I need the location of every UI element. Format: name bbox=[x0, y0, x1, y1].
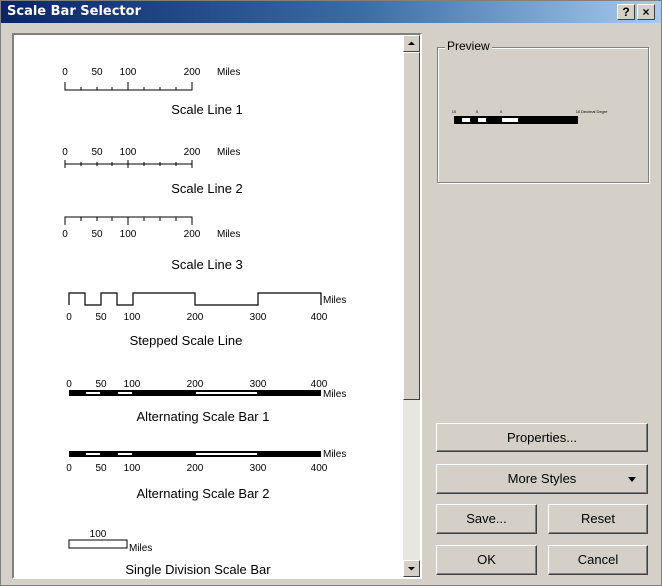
tick-label: 0 bbox=[66, 312, 72, 323]
bar-segment bbox=[118, 392, 132, 394]
cancel-label: Cancel bbox=[577, 552, 619, 567]
list-item-single-division-scale-bar[interactable]: 100 Miles Single Division Scale Bar bbox=[68, 529, 271, 577]
preview-tick-label: 10 bbox=[452, 109, 457, 114]
tick-label: 0 bbox=[62, 67, 68, 78]
preview-group: 10 5 0 10 Decimal Degre bbox=[437, 47, 649, 183]
units-label: Miles bbox=[323, 295, 346, 306]
style-name: Stepped Scale Line bbox=[130, 333, 243, 348]
tick-label: 200 bbox=[184, 147, 201, 158]
cancel-button[interactable]: Cancel bbox=[548, 545, 648, 575]
scroll-thumb[interactable] bbox=[403, 52, 420, 400]
tick-label: 200 bbox=[187, 312, 204, 323]
units-label: Miles bbox=[217, 229, 240, 240]
properties-button[interactable]: Properties... bbox=[436, 423, 648, 452]
scale-bar-graphic bbox=[69, 390, 321, 396]
tick-label: 50 bbox=[95, 379, 107, 390]
more-styles-button[interactable]: More Styles bbox=[436, 464, 648, 494]
reset-label: Reset bbox=[581, 511, 615, 526]
units-label: Miles bbox=[217, 67, 240, 78]
tick-label: 50 bbox=[91, 147, 103, 158]
preview-tick-label: 5 bbox=[476, 109, 479, 114]
tick-label: 50 bbox=[91, 229, 103, 240]
list-item-alternating-scale-bar-1[interactable]: 0 50 100 200 300 400 Miles Alternating S… bbox=[66, 379, 346, 424]
list-item-scale-line-3[interactable]: 0 50 100 200 Miles Scale Line 3 bbox=[62, 216, 243, 272]
help-button[interactable]: ? bbox=[617, 4, 635, 20]
tick-label: 300 bbox=[250, 379, 267, 390]
scale-bar-selector-dialog: Scale Bar Selector ? × 0 50 100 200 Mile… bbox=[0, 0, 662, 586]
scale-bar-style-list[interactable]: 0 50 100 200 Miles Scale Line 1 0 50 100… bbox=[12, 33, 422, 579]
tick-label: 100 bbox=[120, 67, 137, 78]
window-title: Scale Bar Selector bbox=[7, 4, 141, 19]
tick-label: 200 bbox=[184, 229, 201, 240]
tick-label: 100 bbox=[124, 463, 141, 474]
bar-segment bbox=[86, 453, 100, 455]
tick-label: 100 bbox=[124, 312, 141, 323]
units-label: Miles bbox=[217, 147, 240, 158]
tick-label: 50 bbox=[95, 463, 107, 474]
list-scrollbar[interactable] bbox=[403, 35, 420, 577]
tick-label: 100 bbox=[120, 229, 137, 240]
tick-label: 300 bbox=[250, 463, 267, 474]
units-label: Miles bbox=[323, 449, 346, 460]
tick-label: 0 bbox=[62, 229, 68, 240]
scale-bar-graphic bbox=[68, 539, 128, 549]
scale-line-graphic bbox=[64, 160, 193, 168]
tick-label: 0 bbox=[66, 463, 72, 474]
scale-line-graphic bbox=[64, 216, 193, 225]
bar-segment bbox=[118, 453, 132, 455]
bar-segment bbox=[196, 453, 257, 455]
save-button[interactable]: Save... bbox=[436, 504, 537, 534]
tick-label: 50 bbox=[95, 312, 107, 323]
preview-label: Preview bbox=[445, 39, 492, 53]
close-button[interactable]: × bbox=[637, 4, 655, 20]
style-list-canvas: 0 50 100 200 Miles Scale Line 1 0 50 100… bbox=[62, 67, 346, 577]
tick-label: 100 bbox=[90, 529, 107, 540]
reset-button[interactable]: Reset bbox=[548, 504, 648, 534]
list-item-scale-line-1[interactable]: 0 50 100 200 Miles Scale Line 1 bbox=[62, 67, 243, 117]
style-name: Alternating Scale Bar 2 bbox=[137, 486, 270, 501]
preview-scale-bar: 10 5 0 10 Decimal Degre bbox=[452, 109, 608, 124]
list-item-alternating-scale-bar-2[interactable]: Miles 0 50 100 200 300 400 Alternating S… bbox=[66, 449, 346, 501]
properties-label: Properties... bbox=[506, 430, 578, 445]
tick-label: 400 bbox=[311, 463, 328, 474]
tick-label: 100 bbox=[124, 379, 141, 390]
more-styles-label: More Styles bbox=[507, 471, 577, 486]
tick-label: 200 bbox=[184, 67, 201, 78]
tick-label: 0 bbox=[66, 379, 72, 390]
style-name: Single Division Scale Bar bbox=[125, 562, 271, 577]
tick-label: 100 bbox=[120, 147, 137, 158]
tick-label: 400 bbox=[311, 312, 328, 323]
ok-button[interactable]: OK bbox=[436, 545, 537, 575]
tick-label: 0 bbox=[62, 147, 68, 158]
title-bar: Scale Bar Selector ? × bbox=[1, 1, 661, 23]
scroll-down-button[interactable] bbox=[403, 560, 420, 577]
tick-label: 50 bbox=[91, 67, 103, 78]
arrow-up-icon bbox=[408, 41, 415, 45]
units-label: Miles bbox=[129, 543, 152, 554]
scale-line-graphic bbox=[64, 82, 193, 91]
style-name: Scale Line 2 bbox=[171, 181, 243, 196]
arrow-down-icon bbox=[408, 567, 415, 571]
style-name: Alternating Scale Bar 1 bbox=[137, 409, 270, 424]
preview-tick-label: 0 bbox=[500, 109, 503, 114]
scroll-up-button[interactable] bbox=[403, 35, 420, 52]
bar-segment bbox=[86, 392, 100, 394]
tick-label: 200 bbox=[187, 463, 204, 474]
preview-units-label: Decimal Degre bbox=[581, 109, 608, 114]
tick-label: 300 bbox=[250, 312, 267, 323]
units-label: Miles bbox=[323, 389, 346, 400]
ok-label: OK bbox=[477, 552, 496, 567]
style-name: Scale Line 3 bbox=[171, 257, 243, 272]
style-name: Scale Line 1 bbox=[171, 102, 243, 117]
list-item-scale-line-2[interactable]: 0 50 100 200 Miles Scale Line 2 bbox=[62, 147, 243, 196]
save-label: Save... bbox=[466, 511, 507, 526]
scale-bar-graphic bbox=[69, 451, 321, 457]
dropdown-arrow-icon bbox=[628, 477, 636, 482]
stepped-line-graphic bbox=[68, 292, 322, 306]
tick-label: 200 bbox=[187, 379, 204, 390]
bar-segment bbox=[196, 392, 257, 394]
list-item-stepped-scale-line[interactable]: 0 50 100 200 300 400 Miles Stepped Scale… bbox=[66, 292, 346, 348]
